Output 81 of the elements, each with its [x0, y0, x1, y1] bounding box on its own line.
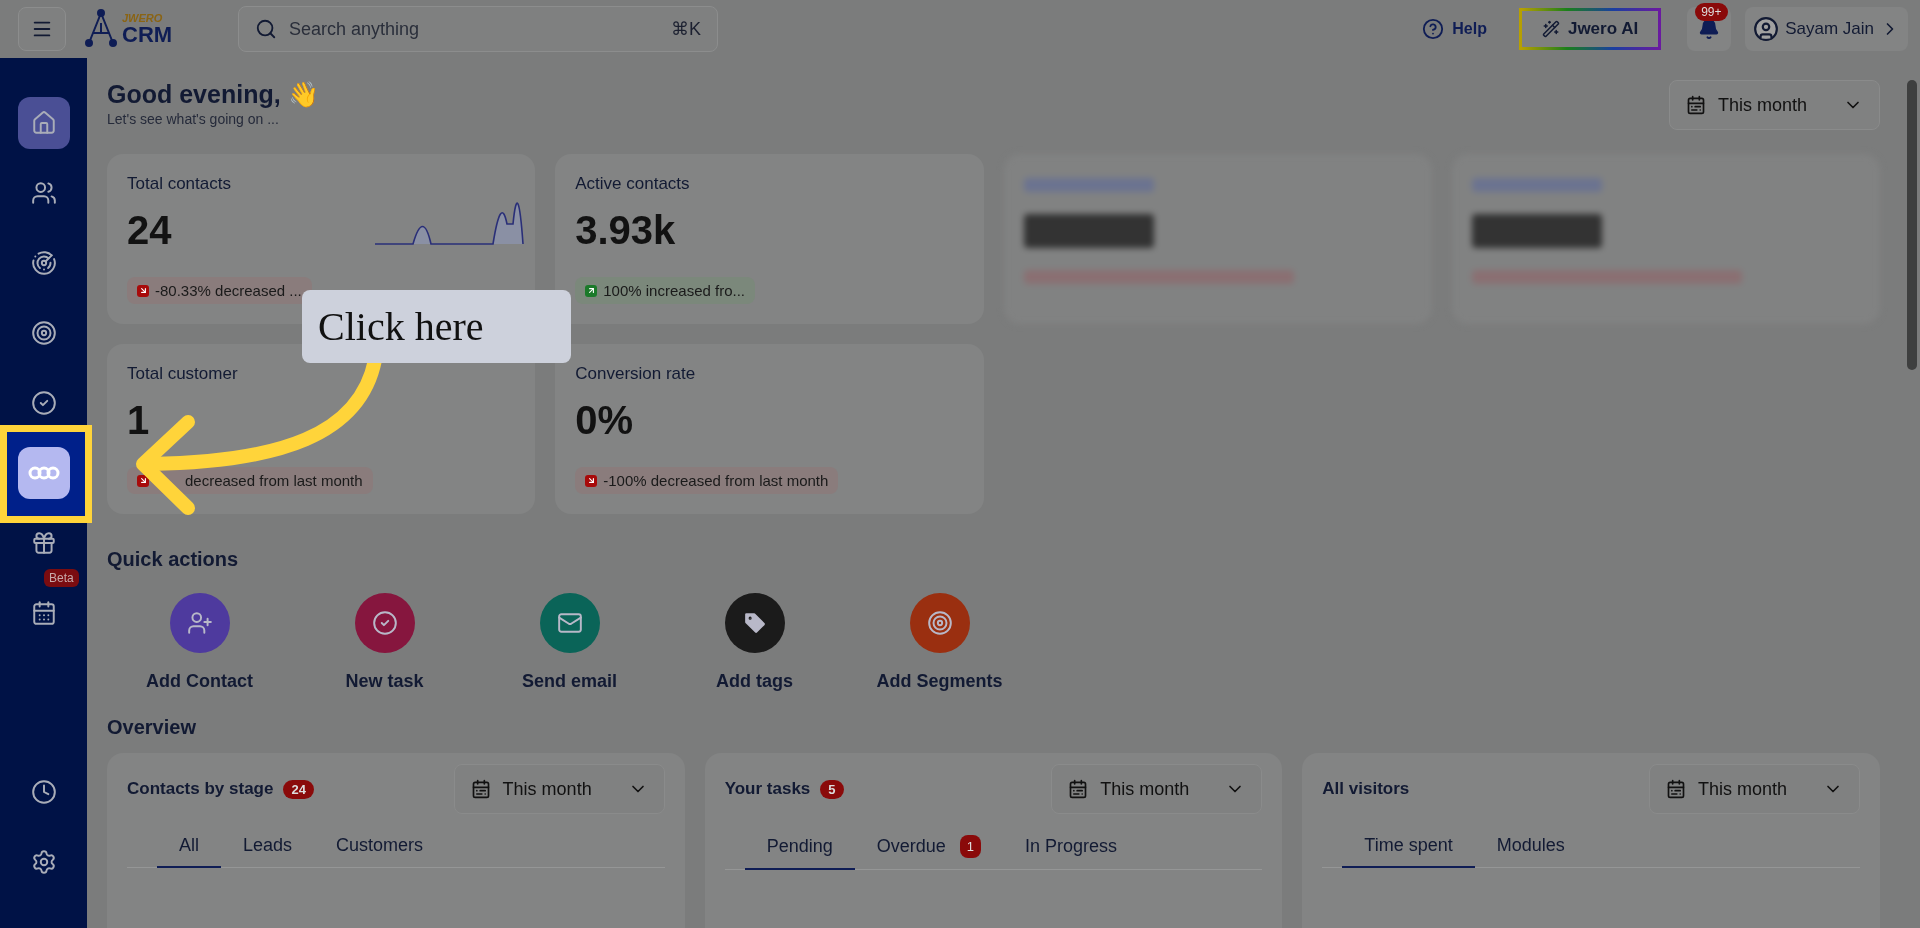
- check-circle-icon: [30, 390, 57, 416]
- panel-title: Your tasks: [724, 779, 811, 799]
- tab[interactable]: Overdue 1: [854, 827, 1003, 870]
- sidebar-item[interactable]: [17, 97, 70, 149]
- tab[interactable]: Customers: [314, 827, 446, 868]
- user-menu[interactable]: Sayam Jain: [1745, 7, 1908, 51]
- section-title: Overview: [107, 716, 197, 739]
- gift-icon: [30, 530, 57, 556]
- change-text: decreased from last month: [185, 472, 363, 489]
- radar-icon: [30, 250, 57, 276]
- change-text: -100% decreased from last month: [603, 472, 829, 489]
- sidebar-item[interactable]: [17, 447, 70, 499]
- period-dropdown[interactable]: This month: [1648, 764, 1860, 814]
- clock-icon: [30, 779, 57, 805]
- tab[interactable]: Leads: [221, 827, 315, 868]
- stat-label: Total customer: [127, 364, 239, 384]
- tab[interactable]: Modules: [1474, 827, 1587, 868]
- count-badge: 24: [283, 779, 314, 799]
- stat-value: 24: [127, 208, 172, 253]
- stat-label: Total contacts: [127, 174, 232, 194]
- stat-value: 0%: [575, 398, 634, 443]
- logo-top-text: JWERO: [122, 12, 164, 24]
- menu-button[interactable]: [18, 7, 66, 51]
- period-dropdown[interactable]: This month: [1051, 764, 1263, 814]
- help-link[interactable]: Help: [1422, 18, 1487, 40]
- mail-icon: [556, 610, 583, 636]
- trend-down-icon: [137, 474, 149, 487]
- greeting-subtitle: Let's see what's going on ...: [107, 111, 280, 127]
- beta-badge: Beta: [44, 569, 79, 587]
- search-bar[interactable]: Search anything ⌘K: [238, 6, 718, 52]
- panel-title: All visitors: [1322, 779, 1410, 799]
- search-icon: [255, 18, 277, 40]
- logo-icon: [84, 9, 118, 49]
- linked-rings-icon: [27, 464, 60, 482]
- settings-icon: [30, 849, 57, 875]
- avatar-icon: [1753, 16, 1780, 42]
- help-icon: [1422, 18, 1445, 40]
- change-text: -80.33% decreased ...: [155, 282, 302, 299]
- calendar-icon: [1068, 779, 1089, 799]
- quick-action[interactable]: Add tags: [662, 593, 847, 692]
- search-input[interactable]: Search anything: [287, 17, 661, 41]
- trend-down-icon: [585, 474, 598, 487]
- quick-action[interactable]: New task: [292, 593, 477, 692]
- stat-label: Conversion rate: [575, 364, 697, 384]
- stat-label: Active contacts: [575, 174, 691, 194]
- target-icon: [926, 610, 953, 636]
- trend-up-icon: [585, 284, 598, 297]
- trend-down-icon: [137, 284, 149, 297]
- calendar-icon: [30, 600, 57, 626]
- quick-action[interactable]: Add Segments: [847, 593, 1032, 692]
- period-dropdown[interactable]: This month: [1668, 80, 1880, 130]
- greeting-title: Good evening, 👋: [107, 80, 319, 109]
- quick-action[interactable]: Add Contact: [107, 593, 292, 692]
- shortcut-hint: ⌘K: [671, 18, 701, 40]
- logo-text: CRM: [122, 23, 173, 46]
- user-plus-icon: [186, 610, 213, 636]
- panel-title: Contacts by stage: [127, 779, 274, 799]
- users-icon: [30, 180, 57, 206]
- calendar-icon: [1665, 779, 1686, 799]
- click-here-callout: Click here: [302, 290, 571, 363]
- tab[interactable]: Time spent: [1342, 827, 1475, 868]
- change-text: 100% increased fro...: [603, 282, 745, 299]
- section-title: Quick actions: [107, 548, 240, 571]
- calendar-icon: [470, 779, 491, 799]
- tab[interactable]: Pending: [744, 827, 855, 870]
- check-circle-icon: [371, 610, 398, 636]
- home-icon: [30, 110, 57, 136]
- stat-value: 1: [127, 398, 150, 443]
- tab-badge: 1: [959, 835, 981, 858]
- stat-value: 3.93k: [575, 208, 676, 253]
- count-badge: 5: [820, 779, 844, 799]
- period-dropdown[interactable]: This month: [453, 764, 665, 814]
- wand-icon: [1541, 20, 1560, 38]
- notification-badge: 99+: [1695, 3, 1728, 21]
- calendar-icon: [1685, 95, 1706, 115]
- quick-action[interactable]: Send email: [477, 593, 662, 692]
- bell-icon: [1698, 18, 1721, 40]
- tab[interactable]: In Progress: [1003, 827, 1140, 870]
- ai-button[interactable]: Jwero AI: [1518, 8, 1662, 50]
- target-icon: [30, 320, 57, 346]
- tab[interactable]: All: [157, 827, 221, 868]
